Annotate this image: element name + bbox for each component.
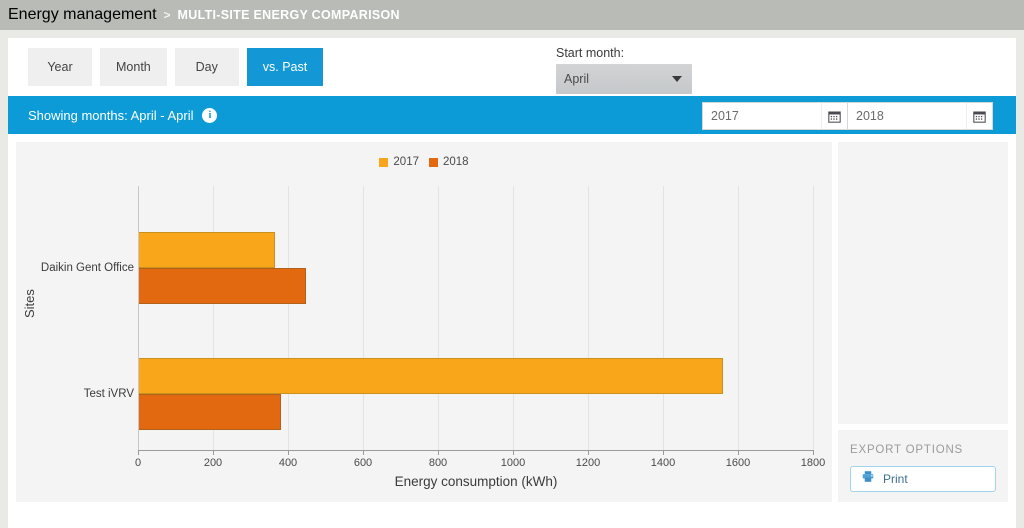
x-tick-label: 800 [428,457,448,469]
x-tick-label: 200 [203,457,223,469]
legend-swatch-2017 [379,157,389,167]
start-month-group: Start month: April [556,46,692,94]
x-tick [738,450,739,455]
year-to-field[interactable] [848,102,993,130]
showing-months-text: Showing months: April - April [28,107,194,123]
toolbar: Year Month Day vs. Past Start month: Apr… [8,38,1016,130]
breadcrumb: Energy management > MULTI-SITE ENERGY CO… [0,0,1024,30]
period-tabs: Year Month Day vs. Past [28,48,324,86]
year-from-input[interactable] [703,103,821,129]
legend-swatch-2018 [429,157,438,167]
bar-2018-0[interactable] [138,268,306,304]
calendar-icon[interactable] [821,103,847,129]
year-range-group [702,102,993,130]
gridline [588,186,589,450]
x-tick [213,450,214,455]
print-button[interactable]: Print [850,466,996,492]
x-tick [288,450,289,455]
legend-item-2017[interactable]: 2017 [379,156,419,168]
x-tick [438,450,439,455]
side-blank-panel [838,142,1008,424]
tab-vs-past[interactable]: vs. Past [246,48,324,86]
x-tick-label: 1800 [800,457,826,469]
gridline [663,186,664,450]
start-month-select[interactable]: April [556,64,692,94]
breadcrumb-separator: > [163,8,171,22]
x-tick-label: 1000 [500,457,526,469]
x-tick [813,450,814,455]
y-axis-title: Sites [22,289,37,318]
tab-year[interactable]: Year [28,48,92,86]
info-icon[interactable]: i [202,107,218,123]
gridline [738,186,739,450]
tab-month[interactable]: Month [100,48,167,86]
chevron-down-icon [672,76,682,82]
print-button-label: Print [883,472,908,486]
content-area: 2017 2018 0 200 400 600 800 1000 1200 1400 1600 18… [8,134,1016,502]
x-axis-title: Energy consumption (kWh) [394,474,558,489]
page-title: MULTI-SITE ENERGY COMPARISON [177,8,400,22]
export-options-title: EXPORT OPTIONS [850,444,964,456]
chart-panel: 2017 2018 0 200 400 600 800 1000 1200 1400 1600 18… [16,142,832,502]
breadcrumb-parent[interactable]: Energy management [8,6,157,24]
x-tick-label: 0 [134,457,142,469]
bar-2017-1[interactable] [138,358,723,394]
legend-item-2018[interactable]: 2018 [429,156,469,168]
bar-2018-1[interactable] [138,394,281,430]
gridline [363,186,364,450]
printer-icon [861,470,875,488]
x-tick-label: 1400 [650,457,676,469]
app-card: Year Month Day vs. Past Start month: Apr… [8,38,1016,528]
start-month-label: Start month: [556,46,625,60]
gridline [438,186,439,450]
plot-area [138,186,814,450]
y-tick-label: Daikin Gent Office [40,262,134,274]
export-options-panel: EXPORT OPTIONS Print [838,430,1008,502]
side-column: EXPORT OPTIONS Print [838,142,1008,502]
y-tick-label: Test iVRV [83,388,134,400]
chart-legend: 2017 2018 [16,156,832,168]
x-tick-label: 1600 [725,457,751,469]
x-tick-label: 400 [278,457,298,469]
x-tick [588,450,589,455]
x-tick-label: 600 [353,457,373,469]
tab-day[interactable]: Day [174,48,239,86]
x-tick [363,450,364,455]
x-tick [663,450,664,455]
legend-label-2017: 2017 [393,156,419,168]
y-axis-line [138,186,139,450]
gridline [813,186,814,450]
gridline [513,186,514,450]
bar-2017-0[interactable] [138,232,275,268]
x-axis-line [138,450,814,451]
legend-label-2018: 2018 [443,156,469,168]
gridline [288,186,289,450]
start-month-value: April [564,72,590,86]
x-tick [138,450,139,455]
year-from-field[interactable] [702,102,848,130]
x-tick [513,450,514,455]
x-tick-label: 1200 [575,457,601,469]
calendar-icon[interactable] [966,103,992,129]
year-to-input[interactable] [848,103,966,129]
